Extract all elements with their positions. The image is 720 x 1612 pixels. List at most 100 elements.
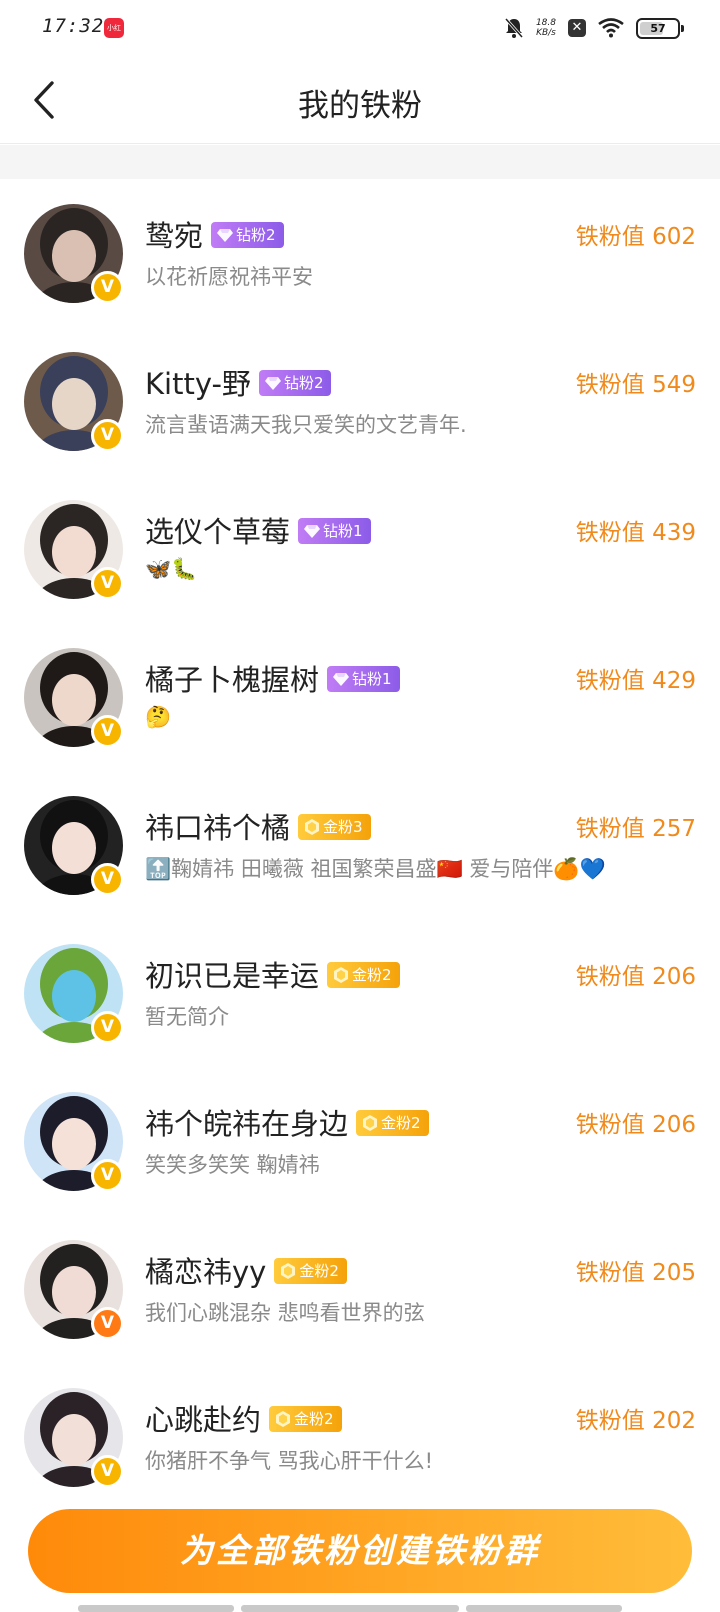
fan-name-text: 祎个皖祎在身边 — [145, 1107, 349, 1141]
fan-bio: 🦋🐛 — [145, 557, 198, 581]
fan-row[interactable]: V 橘恋祎yy 金粉2 我们心跳混杂 悲鸣看世界的弦 铁粉值 205 — [0, 1215, 720, 1363]
fan-bio: 我们心跳混杂 悲鸣看世界的弦 — [145, 1301, 425, 1325]
diamond-icon — [333, 672, 350, 686]
verified-v-icon: V — [91, 1159, 124, 1192]
avatar[interactable]: V — [24, 204, 124, 304]
fan-name-text: 选仪个草莓 — [145, 515, 291, 549]
fan-score: 铁粉值 205 — [575, 1260, 696, 1286]
bell-muted-icon — [504, 18, 524, 38]
fan-level-badge: 金粉2 — [274, 1258, 347, 1284]
fan-level-badge: 钻粉1 — [327, 666, 400, 692]
avatar[interactable]: V — [24, 1240, 124, 1340]
fan-row[interactable]: V Kitty-野 钻粉2 流言蜚语满天我只爱笑的文艺青年. 铁粉值 549 — [0, 327, 720, 475]
avatar[interactable]: V — [24, 500, 124, 600]
avatar[interactable]: V — [24, 1092, 124, 1192]
verified-v-icon: V — [91, 715, 124, 748]
avatar[interactable]: V — [24, 1388, 124, 1487]
verified-v-icon: V — [91, 1011, 124, 1044]
fan-name: 祎口祎个橘 金粉3 — [145, 805, 371, 847]
wifi-icon — [598, 18, 624, 38]
diamond-icon — [264, 376, 281, 390]
fan-bio: 笑笑多笑笑 鞠婧祎 — [145, 1153, 320, 1177]
fan-name: 橘子卜槐握树 钻粉1 — [145, 657, 400, 699]
fan-name-text: 橘子卜槐握树 — [145, 663, 320, 697]
home-indicator-middle[interactable] — [241, 1605, 459, 1612]
fan-bio: 流言蜚语满天我只爱笑的文艺青年. — [145, 413, 467, 437]
fan-level-label: 钻粉1 — [352, 670, 392, 688]
fan-level-badge: 钻粉1 — [298, 518, 371, 544]
fan-row[interactable]: V 祎个皖祎在身边 金粉2 笑笑多笑笑 鞠婧祎 铁粉值 206 — [0, 1067, 720, 1215]
fan-score: 铁粉值 202 — [575, 1408, 696, 1434]
verified-v-icon: V — [91, 419, 124, 452]
fan-row[interactable]: V 祎口祎个橘 金粉3 🔝鞠婧祎 田曦薇 祖国繁荣昌盛🇨🇳 爱与陪伴🍊💙 铁粉值 257 — [0, 771, 720, 919]
avatar[interactable]: V — [24, 648, 124, 748]
fan-bio: 🤔 — [145, 705, 172, 729]
fan-name-text: 橘恋祎yy — [145, 1255, 267, 1289]
diamond-icon — [217, 228, 234, 242]
fan-score: 铁粉值 439 — [575, 520, 696, 546]
fan-name: 心跳赴约 金粉2 — [145, 1397, 342, 1439]
fan-name: 选仪个草莓 钻粉1 — [145, 509, 371, 551]
fan-row[interactable]: V 心跳赴约 金粉2 你猪肝不争气 骂我心肝干什么! 铁粉值 202 — [0, 1363, 720, 1487]
gold-gem-icon — [363, 1114, 378, 1131]
verified-v-icon: V — [91, 271, 124, 304]
fan-name: 祎个皖祎在身边 金粉2 — [145, 1101, 429, 1143]
fan-score: 铁粉值 549 — [575, 372, 696, 398]
fan-name-text: 鸷宛 — [145, 219, 204, 253]
create-fan-group-button[interactable]: 为全部铁粉创建铁粉群 — [28, 1509, 692, 1593]
fan-score: 铁粉值 602 — [575, 224, 696, 250]
page-title: 我的铁粉 — [298, 88, 422, 124]
fan-level-badge: 金粉2 — [356, 1110, 429, 1136]
avatar[interactable]: V — [24, 796, 124, 896]
fan-name-text: 心跳赴约 — [145, 1403, 262, 1437]
diamond-icon — [304, 524, 321, 538]
fan-row[interactable]: V 橘子卜槐握树 钻粉1 🤔 铁粉值 429 — [0, 623, 720, 771]
fan-level-label: 金粉2 — [294, 1410, 334, 1428]
verified-v-icon: V — [91, 863, 124, 896]
fan-level-badge: 钻粉2 — [211, 222, 284, 248]
fan-row[interactable]: V 选仪个草莓 钻粉1 🦋🐛 铁粉值 439 — [0, 475, 720, 623]
gold-gem-icon — [305, 818, 320, 835]
fan-name-text: 初识已是幸运 — [145, 959, 320, 993]
fan-level-label: 金粉2 — [381, 1114, 421, 1132]
verified-v-icon: V — [91, 1455, 124, 1487]
home-indicator-left — [78, 1605, 234, 1612]
fan-name: 鸷宛 钻粉2 — [145, 213, 284, 255]
fan-score: 铁粉值 206 — [575, 964, 696, 990]
fan-bio: 暂无简介 — [145, 1005, 229, 1029]
fan-level-badge: 金粉2 — [327, 962, 400, 988]
verified-v-icon: V — [91, 1307, 124, 1340]
fan-level-badge: 金粉3 — [298, 814, 371, 840]
nav-bar: 我的铁粉 — [0, 56, 720, 144]
fan-row[interactable]: V 初识已是幸运 金粉2 暂无简介 铁粉值 206 — [0, 919, 720, 1067]
fan-score: 铁粉值 429 — [575, 668, 696, 694]
fan-score: 铁粉值 206 — [575, 1112, 696, 1138]
x-icon: ✕ — [568, 19, 586, 37]
fan-list[interactable]: V 鸷宛 钻粉2 以花祈愿祝祎平安 铁粉值 602 V Kitty-野 钻粉2 流言蜚语满天我只… — [0, 179, 720, 1487]
status-bar: 17:32 小红书 18.8 KB/s ✕ 57 — [0, 0, 720, 56]
battery-icon: 57 — [636, 17, 684, 39]
fan-level-badge: 钻粉2 — [258, 370, 332, 396]
status-time: 17:32 — [42, 15, 105, 37]
status-icons: 18.8 KB/s ✕ 57 — [504, 14, 684, 42]
fan-level-label: 钻粉1 — [323, 522, 363, 540]
fan-row[interactable]: V 鸷宛 钻粉2 以花祈愿祝祎平安 铁粉值 602 — [0, 179, 720, 327]
avatar[interactable]: V — [24, 352, 124, 452]
fan-name: 橘恋祎yy 金粉2 — [145, 1249, 347, 1291]
fan-name-text: 祎口祎个橘 — [145, 811, 291, 845]
fan-name: 初识已是幸运 金粉2 — [145, 953, 400, 995]
fan-level-label: 钻粉2 — [236, 226, 276, 244]
fan-bio: 🔝鞠婧祎 田曦薇 祖国繁荣昌盛🇨🇳 爱与陪伴🍊💙 — [145, 857, 606, 881]
gold-gem-icon — [276, 1410, 291, 1427]
fan-level-badge: 金粉2 — [269, 1406, 342, 1432]
net-speed: 18.8 KB/s — [535, 18, 556, 38]
avatar[interactable]: V — [24, 944, 124, 1044]
home-indicator-right — [466, 1605, 622, 1612]
gold-gem-icon — [281, 1262, 296, 1279]
bottom-bar: 为全部铁粉创建铁粉群 — [0, 1488, 720, 1612]
gold-gem-icon — [334, 966, 349, 983]
fan-bio: 你猪肝不争气 骂我心肝干什么! — [145, 1449, 434, 1473]
section-divider — [0, 145, 720, 179]
fan-level-label: 金粉3 — [323, 818, 363, 836]
fan-score: 铁粉值 257 — [575, 816, 696, 842]
